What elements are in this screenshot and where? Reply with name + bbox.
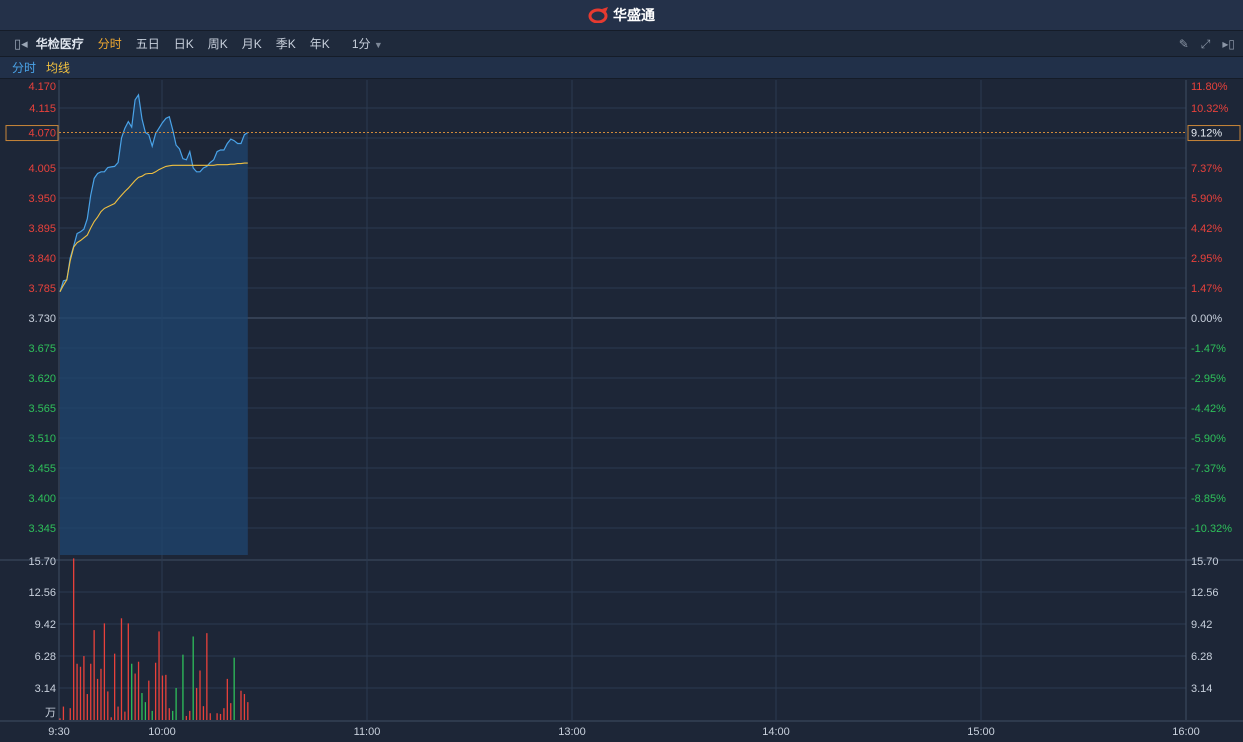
volume-tick-label: 3.14 xyxy=(35,683,56,695)
volume-tick-label: 9.42 xyxy=(1191,619,1212,631)
pct-tick-label: -8.85% xyxy=(1191,493,1226,505)
tab-week-k[interactable]: 周K xyxy=(208,35,228,52)
time-tick-label: 16:00 xyxy=(1172,726,1200,738)
chart-legend: 分时 均线 xyxy=(0,57,1243,79)
volume-unit-label: 万 xyxy=(45,707,56,719)
tab-five-day[interactable]: 五日 xyxy=(136,35,160,52)
time-tick-label: 10:00 xyxy=(148,726,176,738)
price-tick-label: 3.675 xyxy=(28,343,56,355)
intraday-chart[interactable]: 4.170 4.115 4.005 3.950 3.895 3.840 3.785 3.730… xyxy=(0,0,1243,742)
price-tick-label: 3.730 xyxy=(28,313,56,325)
price-tick-label: 3.400 xyxy=(28,493,56,505)
pct-tick-label: -5.90% xyxy=(1191,433,1226,445)
tab-quarter-k[interactable]: 季K xyxy=(276,35,296,52)
pct-tick-label: -2.95% xyxy=(1191,373,1226,385)
volume-tick-label: 6.28 xyxy=(1191,651,1212,663)
pct-tick-label: 2.95% xyxy=(1191,253,1222,265)
price-tick-label: 3.510 xyxy=(28,433,56,445)
price-tick-label: 3.895 xyxy=(28,223,56,235)
legend-price[interactable]: 分时 xyxy=(12,59,36,76)
time-tick-label: 11:00 xyxy=(354,726,381,738)
volume-tick-label: 12.56 xyxy=(28,587,56,599)
tab-month-k[interactable]: 月K xyxy=(242,35,262,52)
pct-tick-label: -10.32% xyxy=(1191,523,1232,535)
volume-tick-label: 3.14 xyxy=(1191,683,1212,695)
pct-tick-label: -1.47% xyxy=(1191,343,1226,355)
price-tick-label: 3.840 xyxy=(28,253,56,265)
price-tick-label: 3.785 xyxy=(28,283,56,295)
time-tick-label: 9:30 xyxy=(48,726,69,738)
pct-tick-label: 4.42% xyxy=(1191,223,1222,235)
current-pct-box xyxy=(1187,125,1241,142)
brand-logo-icon xyxy=(588,7,608,23)
current-price-box xyxy=(5,125,59,142)
price-tick-label: 3.565 xyxy=(28,403,56,415)
stock-name: 华检医疗 xyxy=(35,37,84,51)
pct-tick-label: 7.37% xyxy=(1191,163,1222,175)
brand-name: 华盛通 xyxy=(613,7,655,23)
collapse-sidebar-icon[interactable]: ▯◂ xyxy=(14,36,28,52)
tab-day-k[interactable]: 日K xyxy=(174,35,194,52)
expand-panel-icon[interactable]: ▸▯ xyxy=(1222,37,1235,51)
interval-select[interactable]: 1分 ▼ xyxy=(352,35,383,52)
time-tick-label: 14:00 xyxy=(762,726,790,738)
volume-tick-label: 12.56 xyxy=(1191,587,1219,599)
tab-intraday[interactable]: 分时 xyxy=(98,35,122,52)
current-pct-label: 9.12% xyxy=(1191,128,1222,140)
price-tick-label: 3.345 xyxy=(28,523,56,535)
avg-price-line xyxy=(59,162,248,293)
pct-tick-label: 5.90% xyxy=(1191,193,1222,205)
time-tick-label: 13:00 xyxy=(558,726,586,738)
interval-value: 1分 xyxy=(351,37,371,51)
price-tick-label: 4.005 xyxy=(28,163,56,175)
time-tick-label: 15:00 xyxy=(967,726,995,738)
price-line xyxy=(59,93,249,292)
volume-tick-label: 6.28 xyxy=(35,651,56,663)
pct-tick-label: 1.47% xyxy=(1191,283,1222,295)
price-tick-label: 3.455 xyxy=(28,463,56,475)
chevron-down-icon: ▼ xyxy=(373,40,383,50)
fullscreen-icon[interactable]: ⤢ xyxy=(1201,37,1211,52)
pct-tick-label: -4.42% xyxy=(1191,403,1226,415)
volume-tick-label: 15.70 xyxy=(28,556,56,568)
app-header: 华盛通 xyxy=(0,0,1243,31)
legend-avg[interactable]: 均线 xyxy=(46,59,70,76)
pct-tick-label: 11.80% xyxy=(1191,81,1228,93)
pct-tick-label: 10.32% xyxy=(1191,103,1229,115)
pencil-icon[interactable]: ✎ xyxy=(1179,37,1189,51)
pct-tick-label: -7.37% xyxy=(1191,463,1226,475)
chart-toolbar: ▯◂ 华检医疗 分时 五日 日K 周K 月K 季K 年K 1分 ▼ ✎ ⤢ ▸▯ xyxy=(0,31,1243,57)
price-area xyxy=(60,94,248,556)
price-tick-label: 4.170 xyxy=(28,81,56,93)
current-price-label: 4.070 xyxy=(28,128,56,140)
brand-logo: 华盛通 xyxy=(588,5,655,25)
volume-tick-label: 9.42 xyxy=(35,619,56,631)
pct-tick-label: 0.00% xyxy=(1191,313,1222,325)
volume-tick-label: 15.70 xyxy=(1191,556,1219,568)
price-tick-label: 4.115 xyxy=(29,103,56,115)
price-tick-label: 3.950 xyxy=(28,193,56,205)
tab-year-k[interactable]: 年K xyxy=(310,35,330,52)
price-tick-label: 3.620 xyxy=(28,373,56,385)
